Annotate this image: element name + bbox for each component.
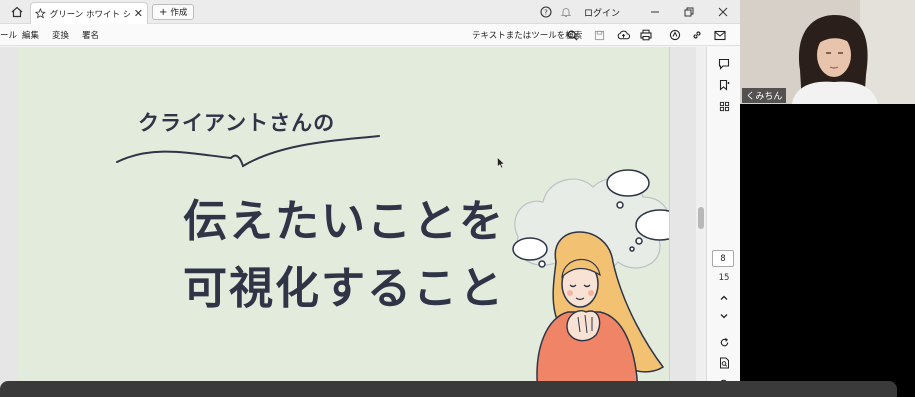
- close-icon: [718, 7, 728, 17]
- scrollbar-thumb[interactable]: [698, 207, 704, 229]
- thumbnails-button[interactable]: [715, 97, 733, 115]
- slide-page: クライアントさんの 伝えたいことを 可視化すること: [18, 47, 670, 387]
- mouse-cursor-icon: [497, 157, 505, 169]
- close-window-button[interactable]: [706, 0, 740, 24]
- help-button[interactable]: ?: [536, 2, 556, 22]
- ai-assistant-icon: [669, 29, 681, 41]
- restore-icon: [684, 7, 694, 17]
- menu-item-tools[interactable]: ール: [0, 29, 17, 41]
- ai-assistant-button[interactable]: [667, 27, 683, 43]
- menu-item-convert[interactable]: 変換: [52, 29, 69, 41]
- current-page-input[interactable]: 8: [712, 250, 734, 267]
- bookmark-button[interactable]: [715, 76, 733, 94]
- mail-icon: [714, 30, 726, 40]
- participant-name-tag: くみちん: [742, 88, 787, 103]
- menu-item-sign[interactable]: 署名: [82, 29, 99, 41]
- underline-swoosh: [116, 135, 380, 168]
- menu-bar: ール 編集 変換 署名 テキストまたはツールを検索: [0, 24, 740, 46]
- bookmark-icon: [719, 79, 730, 91]
- save-button[interactable]: [591, 27, 607, 43]
- chevron-down-icon: [720, 314, 728, 319]
- previous-page-button[interactable]: [715, 289, 733, 307]
- rotate-button[interactable]: [715, 333, 733, 351]
- right-tool-panel: 8 15: [706, 47, 740, 397]
- share-link-button[interactable]: [689, 27, 705, 43]
- star-icon[interactable]: [35, 8, 46, 19]
- plus-icon: +: [159, 6, 168, 18]
- printer-icon: [640, 29, 652, 41]
- slide-headline-line-2: 可視化すること: [183, 263, 505, 314]
- chevron-up-icon: [720, 295, 728, 300]
- restore-button[interactable]: [672, 0, 706, 24]
- create-label: 作成: [170, 8, 188, 18]
- email-button[interactable]: [712, 27, 728, 43]
- notifications-button[interactable]: [556, 2, 576, 22]
- help-icon: ?: [540, 6, 552, 18]
- login-link[interactable]: ログイン: [584, 6, 620, 19]
- close-tab-icon[interactable]: ✕: [134, 7, 143, 20]
- titlebar-actions: ? ログイン: [536, 0, 740, 24]
- bell-icon: [560, 8, 572, 17]
- minimize-icon: [651, 11, 659, 13]
- menu-item-edit[interactable]: 編集: [22, 29, 39, 41]
- grid-icon: [719, 101, 729, 111]
- document-tab[interactable]: グリーン ホワイト シンプル... ✕: [30, 2, 148, 24]
- document-canvas[interactable]: クライアントさんの 伝えたいことを 可視化すること: [0, 47, 706, 397]
- thinking-woman-illustration: [512, 169, 669, 387]
- create-button[interactable]: + 作成: [152, 4, 195, 20]
- next-page-button[interactable]: [715, 307, 733, 325]
- pdf-viewer-window: グリーン ホワイト シンプル... ✕ + 作成 ? ログイン: [0, 0, 740, 397]
- comment-icon: [718, 58, 730, 70]
- home-icon: [11, 6, 23, 18]
- minimize-button[interactable]: [638, 0, 672, 24]
- total-pages: 15: [718, 273, 730, 283]
- rotate-icon: [720, 337, 728, 346]
- save-icon: [594, 30, 604, 40]
- upload-button[interactable]: [615, 27, 631, 43]
- search-button[interactable]: [564, 27, 580, 43]
- title-bar: グリーン ホワイト シンプル... ✕ + 作成 ? ログイン: [0, 0, 740, 24]
- link-icon: [693, 31, 701, 39]
- participant-video: くみちん: [740, 0, 915, 104]
- meeting-controls-bar[interactable]: [0, 381, 897, 397]
- slide-headline-line-1: 伝えたいことを: [183, 196, 505, 247]
- home-button[interactable]: [6, 3, 28, 21]
- search-icon: [567, 30, 578, 41]
- comment-button[interactable]: [715, 55, 733, 73]
- svg-text:?: ?: [544, 9, 548, 17]
- page-fit-button[interactable]: [715, 354, 733, 372]
- cloud-upload-icon: [617, 30, 630, 40]
- print-button[interactable]: [638, 27, 654, 43]
- tab-title: グリーン ホワイト シンプル...: [49, 9, 130, 20]
- document-zoom-icon: [719, 357, 729, 369]
- vertical-scrollbar[interactable]: [696, 47, 706, 397]
